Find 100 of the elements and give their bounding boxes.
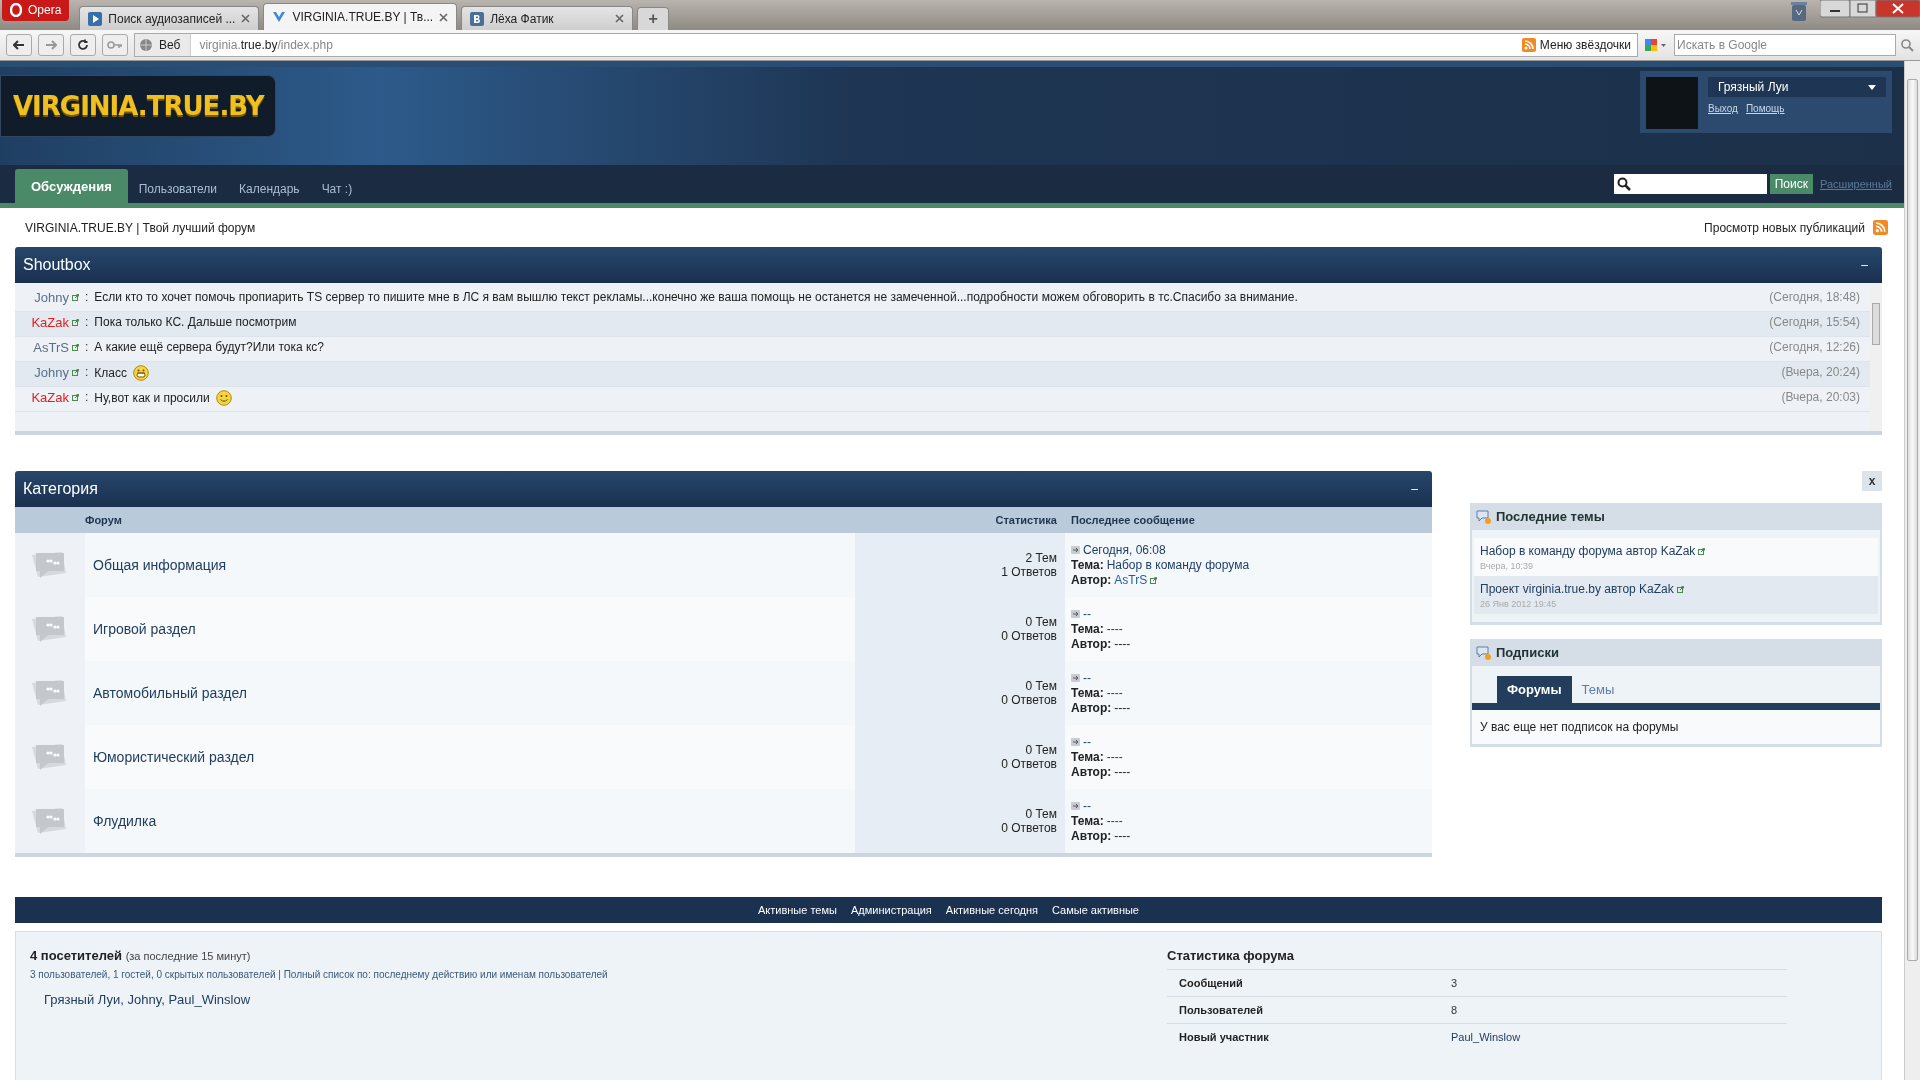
breadcrumb[interactable]: VIRGINIA.TRUE.BY | Твой лучший форум <box>25 220 256 235</box>
footer-link[interactable]: Самые активные <box>1052 904 1139 916</box>
topic-label: Тема: <box>1071 685 1104 701</box>
close-icon[interactable] <box>439 12 449 22</box>
last-post-link[interactable]: -- <box>1083 734 1091 750</box>
collapse-toggle[interactable]: – <box>1405 482 1424 496</box>
external-link-icon <box>1676 585 1684 593</box>
close-icon[interactable] <box>615 14 625 23</box>
nav-tab[interactable]: Календарь <box>228 175 311 203</box>
forum-link[interactable]: Общая информация <box>85 557 227 573</box>
topic-count: 0 Тем <box>1025 743 1057 757</box>
google-search-field[interactable]: Искать в Google <box>1674 34 1896 56</box>
trash-icon[interactable] <box>1790 0 1808 22</box>
author-label: Автор: <box>1071 764 1112 780</box>
external-link-icon <box>1698 547 1706 555</box>
search-icon <box>1616 177 1631 191</box>
last-post-link[interactable]: -- <box>1083 798 1091 814</box>
browser-tab[interactable]: Поиск аудиозаписей ... <box>79 6 260 30</box>
author-link[interactable]: ---- <box>1114 828 1131 844</box>
collapse-toggle[interactable]: – <box>1855 258 1874 272</box>
back-button[interactable] <box>6 34 32 56</box>
latest-topic-link[interactable]: Проект virginia.true.by автор KaZak <box>1480 582 1674 596</box>
author-link[interactable]: AsTrS <box>1114 572 1148 588</box>
smiley-icon <box>215 390 232 406</box>
author-link[interactable]: KaZak <box>31 390 69 405</box>
online-users[interactable]: Грязный Луи, Johny, Paul_Winslow <box>44 992 1167 1007</box>
author-link[interactable]: Johny <box>34 365 69 380</box>
panel-title: Подписки <box>1496 645 1559 660</box>
site-logo[interactable]: VIRGINIA.TRUE.BY <box>0 75 276 137</box>
last-post-link[interactable]: -- <box>1083 670 1091 686</box>
empty-message: У вас еще нет подписок на форумы <box>1472 710 1880 744</box>
search-icon[interactable] <box>1900 38 1914 52</box>
browser-tab[interactable]: VIRGINIA.TRUE.BY | Тв... <box>263 3 458 30</box>
page-scrollbar[interactable] <box>1904 61 1920 1080</box>
external-link-icon <box>72 294 79 301</box>
author-link[interactable]: AsTrS <box>33 340 69 355</box>
close-icon[interactable] <box>241 14 251 23</box>
new-tab-button[interactable]: + <box>637 7 670 30</box>
visitors-summary: 3 пользователей, 1 гостей, 0 скрытых пользователей | Полный список по: последнему действию или именам пользователей <box>30 969 609 980</box>
reply-count: 0 Ответов <box>1001 821 1057 835</box>
topic-link[interactable]: ---- <box>1106 685 1123 701</box>
forum-link[interactable]: Игровой раздел <box>85 621 196 637</box>
message-time: (Сегодня, 18:48) <box>1769 290 1860 304</box>
author-label: Автор: <box>1071 700 1112 716</box>
user-link[interactable]: Выход <box>1708 103 1738 114</box>
external-link-icon <box>1150 576 1158 584</box>
author-link[interactable]: Johny <box>34 290 69 305</box>
author-link[interactable]: ---- <box>1114 764 1131 780</box>
message-text: Если кто то хочет помочь пропиарить TS сервер то пишите мне в ЛС я вам вышлю текст рекламы...конечно же ваша помощь не останется не замеченной...подробности можем обговорить в тс.Спасибо за внимание. <box>94 290 1298 304</box>
arrow-icon <box>1071 546 1080 554</box>
subscription-tab[interactable]: Темы <box>1571 676 1625 703</box>
checkmark-icon <box>272 10 287 24</box>
external-link-icon <box>72 369 79 376</box>
visitors-title: 4 посетителей (за последние 15 минут) <box>30 948 252 963</box>
bookmarks-menu-link[interactable]: Меню звёздочки <box>1539 38 1631 52</box>
key-button[interactable] <box>102 34 128 56</box>
forum-link[interactable]: Юмористический раздел <box>85 749 255 765</box>
rss-icon[interactable] <box>1873 220 1888 235</box>
topic-link[interactable]: ---- <box>1106 621 1123 637</box>
stat-label: Новый участник <box>1179 1031 1270 1043</box>
author-link[interactable]: KaZak <box>31 315 69 330</box>
user-menu-button[interactable]: Грязный Луи <box>1708 77 1886 97</box>
opera-menu-button[interactable]: Opera <box>2 0 70 21</box>
message-text: А какие ещё сервера будут?Или тока кс? <box>94 340 324 354</box>
forward-button[interactable] <box>38 34 64 56</box>
browser-tab[interactable]: Лёха Фатик <box>461 6 634 30</box>
vk-icon <box>470 11 485 26</box>
globe-icon <box>139 38 153 52</box>
author-link[interactable]: ---- <box>1114 700 1131 716</box>
footer-link[interactable]: Активные темы <box>758 904 837 916</box>
forum-link[interactable]: Флудилка <box>85 813 157 829</box>
nav-tab[interactable]: Пользователи <box>127 175 229 203</box>
stat-label: Сообщений <box>1179 977 1244 989</box>
footer-link[interactable]: Активные сегодня <box>945 904 1038 916</box>
footer-link[interactable]: Администрация <box>850 904 932 916</box>
category-title: Категория <box>23 480 98 498</box>
close-button[interactable]: x <box>1862 471 1882 491</box>
external-link-icon <box>72 319 79 326</box>
forum-link[interactable]: Автомобильный раздел <box>85 685 247 701</box>
column-header: Статистика <box>995 514 1057 526</box>
search-button[interactable]: Поиск <box>1769 174 1813 194</box>
topic-link[interactable]: ---- <box>1106 749 1123 765</box>
last-post-link[interactable]: Сегодня, 06:08 <box>1083 542 1166 558</box>
last-post-link[interactable]: -- <box>1083 606 1091 622</box>
scrollbar[interactable] <box>1870 283 1882 431</box>
reload-button[interactable] <box>70 34 96 56</box>
topic-count: 0 Тем <box>1025 679 1057 693</box>
author-link[interactable]: ---- <box>1114 636 1131 652</box>
new-posts-link[interactable]: Просмотр новых публикаций <box>1704 220 1865 235</box>
nav-tab[interactable]: Обсуждения <box>15 169 128 203</box>
web-label: Веб <box>159 38 181 52</box>
latest-topic-link[interactable]: Набор в команду форума автор KaZak <box>1480 544 1696 558</box>
window-controls-icon[interactable] <box>1820 0 1920 18</box>
user-link[interactable]: Помощь <box>1745 103 1785 114</box>
nav-tab[interactable]: Чат :) <box>310 175 364 203</box>
subscription-tab[interactable]: Форумы <box>1497 676 1572 703</box>
topic-link[interactable]: Набор в команду форума <box>1106 557 1250 573</box>
address-bar[interactable]: Веб virginia.true.by/index.php Меню звёздочки <box>134 33 1638 57</box>
topic-link[interactable]: ---- <box>1106 813 1123 829</box>
forum-search-field[interactable] <box>1613 174 1767 194</box>
